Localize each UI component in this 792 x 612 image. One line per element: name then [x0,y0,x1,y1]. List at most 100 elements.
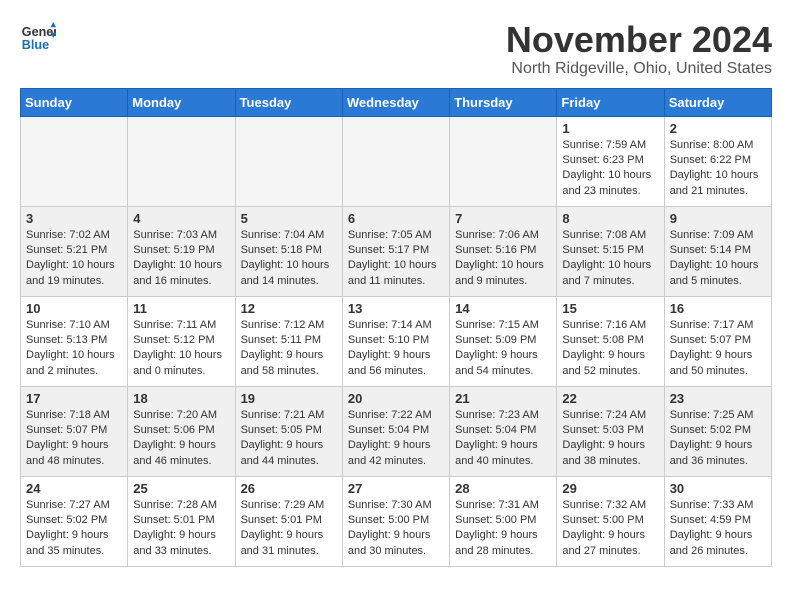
day-info: Sunrise: 7:24 AMSunset: 5:03 PMDaylight:… [562,408,658,470]
calendar-cell: 16Sunrise: 7:17 AMSunset: 5:07 PMDayligh… [664,296,771,386]
day-info: Sunrise: 7:06 AMSunset: 5:16 PMDaylight:… [455,228,551,290]
calendar-cell: 20 Sunrise: 7:22 AMSunset: 5:04 PMDayligh… [342,386,449,476]
day-number: 19 [241,391,337,406]
location-subtitle: North Ridgeville, Ohio, United States [506,60,772,78]
logo: General Blue [20,20,56,56]
calendar-week-row: 10 Sunrise: 7:10 AMSunset: 5:13 PMDayligh… [21,296,772,386]
day-info: Sunrise: 7:28 AMSunset: 5:01 PMDaylight:… [133,498,229,560]
day-info: Sunrise: 7:04 AMSunset: 5:18 PMDaylight:… [241,228,337,290]
day-number: 2 [670,121,766,136]
calendar-cell: 27 Sunrise: 7:30 AMSunset: 5:00 PMDayligh… [342,476,449,566]
day-info: Sunrise: 7:02 AMSunset: 5:21 PMDaylight:… [26,228,122,290]
day-info: Sunrise: 7:32 AMSunset: 5:00 PMDaylight:… [562,498,658,560]
day-info: Sunrise: 7:09 AMSunset: 5:14 PMDaylight:… [670,228,766,290]
calendar-cell: 21 Sunrise: 7:23 AMSunset: 5:04 PMDayligh… [450,386,557,476]
calendar-cell: 5 Sunrise: 7:04 AMSunset: 5:18 PMDaylight… [235,206,342,296]
calendar-week-row: 3 Sunrise: 7:02 AMSunset: 5:21 PMDaylight… [21,206,772,296]
svg-text:Blue: Blue [22,38,49,52]
calendar-cell: 24 Sunrise: 7:27 AMSunset: 5:02 PMDayligh… [21,476,128,566]
calendar-cell: 1 Sunrise: 7:59 AMSunset: 6:23 PMDaylight… [557,116,664,206]
column-header-saturday: Saturday [664,88,771,116]
calendar-cell [128,116,235,206]
calendar-cell: 9 Sunrise: 7:09 AMSunset: 5:14 PMDaylight… [664,206,771,296]
day-info: Sunrise: 7:10 AMSunset: 5:13 PMDaylight:… [26,318,122,380]
day-number: 1 [562,121,658,136]
day-number: 6 [348,211,444,226]
calendar-cell: 26 Sunrise: 7:29 AMSunset: 5:01 PMDayligh… [235,476,342,566]
calendar-cell: 30Sunrise: 7:33 AMSunset: 4:59 PMDayligh… [664,476,771,566]
day-number: 17 [26,391,122,406]
calendar-cell: 17Sunrise: 7:18 AMSunset: 5:07 PMDayligh… [21,386,128,476]
column-header-monday: Monday [128,88,235,116]
day-info: Sunrise: 7:23 AMSunset: 5:04 PMDaylight:… [455,408,551,470]
day-number: 10 [26,301,122,316]
calendar-cell: 23Sunrise: 7:25 AMSunset: 5:02 PMDayligh… [664,386,771,476]
column-header-tuesday: Tuesday [235,88,342,116]
column-header-thursday: Thursday [450,88,557,116]
calendar-cell [450,116,557,206]
day-number: 29 [562,481,658,496]
calendar-week-row: 1 Sunrise: 7:59 AMSunset: 6:23 PMDaylight… [21,116,772,206]
day-number: 24 [26,481,122,496]
day-info: Sunrise: 8:00 AMSunset: 6:22 PMDaylight:… [670,138,766,200]
calendar-cell: 25Sunrise: 7:28 AMSunset: 5:01 PMDayligh… [128,476,235,566]
day-info: Sunrise: 7:33 AMSunset: 4:59 PMDaylight:… [670,498,766,560]
day-number: 18 [133,391,229,406]
day-info: Sunrise: 7:27 AMSunset: 5:02 PMDaylight:… [26,498,122,560]
calendar-cell: 13 Sunrise: 7:14 AMSunset: 5:10 PMDayligh… [342,296,449,386]
day-number: 5 [241,211,337,226]
day-info: Sunrise: 7:08 AMSunset: 5:15 PMDaylight:… [562,228,658,290]
day-number: 22 [562,391,658,406]
calendar-table: SundayMondayTuesdayWednesdayThursdayFrid… [20,88,772,567]
day-number: 27 [348,481,444,496]
calendar-cell: 29 Sunrise: 7:32 AMSunset: 5:00 PMDayligh… [557,476,664,566]
calendar-cell: 3 Sunrise: 7:02 AMSunset: 5:21 PMDaylight… [21,206,128,296]
day-info: Sunrise: 7:59 AMSunset: 6:23 PMDaylight:… [562,138,658,200]
calendar-cell [342,116,449,206]
calendar-cell: 28Sunrise: 7:31 AMSunset: 5:00 PMDayligh… [450,476,557,566]
day-number: 4 [133,211,229,226]
column-header-sunday: Sunday [21,88,128,116]
day-number: 21 [455,391,551,406]
calendar-cell: 6Sunrise: 7:05 AMSunset: 5:17 PMDaylight… [342,206,449,296]
calendar-cell: 18 Sunrise: 7:20 AMSunset: 5:06 PMDayligh… [128,386,235,476]
day-info: Sunrise: 7:29 AMSunset: 5:01 PMDaylight:… [241,498,337,560]
calendar-cell: 8 Sunrise: 7:08 AMSunset: 5:15 PMDaylight… [557,206,664,296]
day-number: 20 [348,391,444,406]
page-header: General Blue November 2024 North Ridgevi… [20,20,772,78]
day-number: 3 [26,211,122,226]
calendar-cell: 7 Sunrise: 7:06 AMSunset: 5:16 PMDaylight… [450,206,557,296]
calendar-header-row: SundayMondayTuesdayWednesdayThursdayFrid… [21,88,772,116]
calendar-cell: 4Sunrise: 7:03 AMSunset: 5:19 PMDaylight… [128,206,235,296]
calendar-week-row: 17Sunrise: 7:18 AMSunset: 5:07 PMDayligh… [21,386,772,476]
day-number: 26 [241,481,337,496]
column-header-wednesday: Wednesday [342,88,449,116]
calendar-cell [21,116,128,206]
calendar-cell: 15Sunrise: 7:16 AMSunset: 5:08 PMDayligh… [557,296,664,386]
day-number: 8 [562,211,658,226]
day-info: Sunrise: 7:25 AMSunset: 5:02 PMDaylight:… [670,408,766,470]
calendar-week-row: 24 Sunrise: 7:27 AMSunset: 5:02 PMDayligh… [21,476,772,566]
day-number: 7 [455,211,551,226]
day-number: 11 [133,301,229,316]
title-section: November 2024 North Ridgeville, Ohio, Un… [506,20,772,78]
day-info: Sunrise: 7:30 AMSunset: 5:00 PMDaylight:… [348,498,444,560]
calendar-cell: 2 Sunrise: 8:00 AMSunset: 6:22 PMDaylight… [664,116,771,206]
day-info: Sunrise: 7:22 AMSunset: 5:04 PMDaylight:… [348,408,444,470]
day-number: 14 [455,301,551,316]
calendar-cell: 11Sunrise: 7:11 AMSunset: 5:12 PMDayligh… [128,296,235,386]
calendar-cell [235,116,342,206]
column-header-friday: Friday [557,88,664,116]
day-info: Sunrise: 7:16 AMSunset: 5:08 PMDaylight:… [562,318,658,380]
calendar-cell: 14 Sunrise: 7:15 AMSunset: 5:09 PMDayligh… [450,296,557,386]
day-number: 13 [348,301,444,316]
calendar-cell: 12Sunrise: 7:12 AMSunset: 5:11 PMDayligh… [235,296,342,386]
day-number: 9 [670,211,766,226]
day-info: Sunrise: 7:31 AMSunset: 5:00 PMDaylight:… [455,498,551,560]
day-info: Sunrise: 7:20 AMSunset: 5:06 PMDaylight:… [133,408,229,470]
logo-icon: General Blue [20,20,56,56]
day-info: Sunrise: 7:15 AMSunset: 5:09 PMDaylight:… [455,318,551,380]
calendar-cell: 19Sunrise: 7:21 AMSunset: 5:05 PMDayligh… [235,386,342,476]
day-info: Sunrise: 7:14 AMSunset: 5:10 PMDaylight:… [348,318,444,380]
calendar-cell: 22 Sunrise: 7:24 AMSunset: 5:03 PMDayligh… [557,386,664,476]
